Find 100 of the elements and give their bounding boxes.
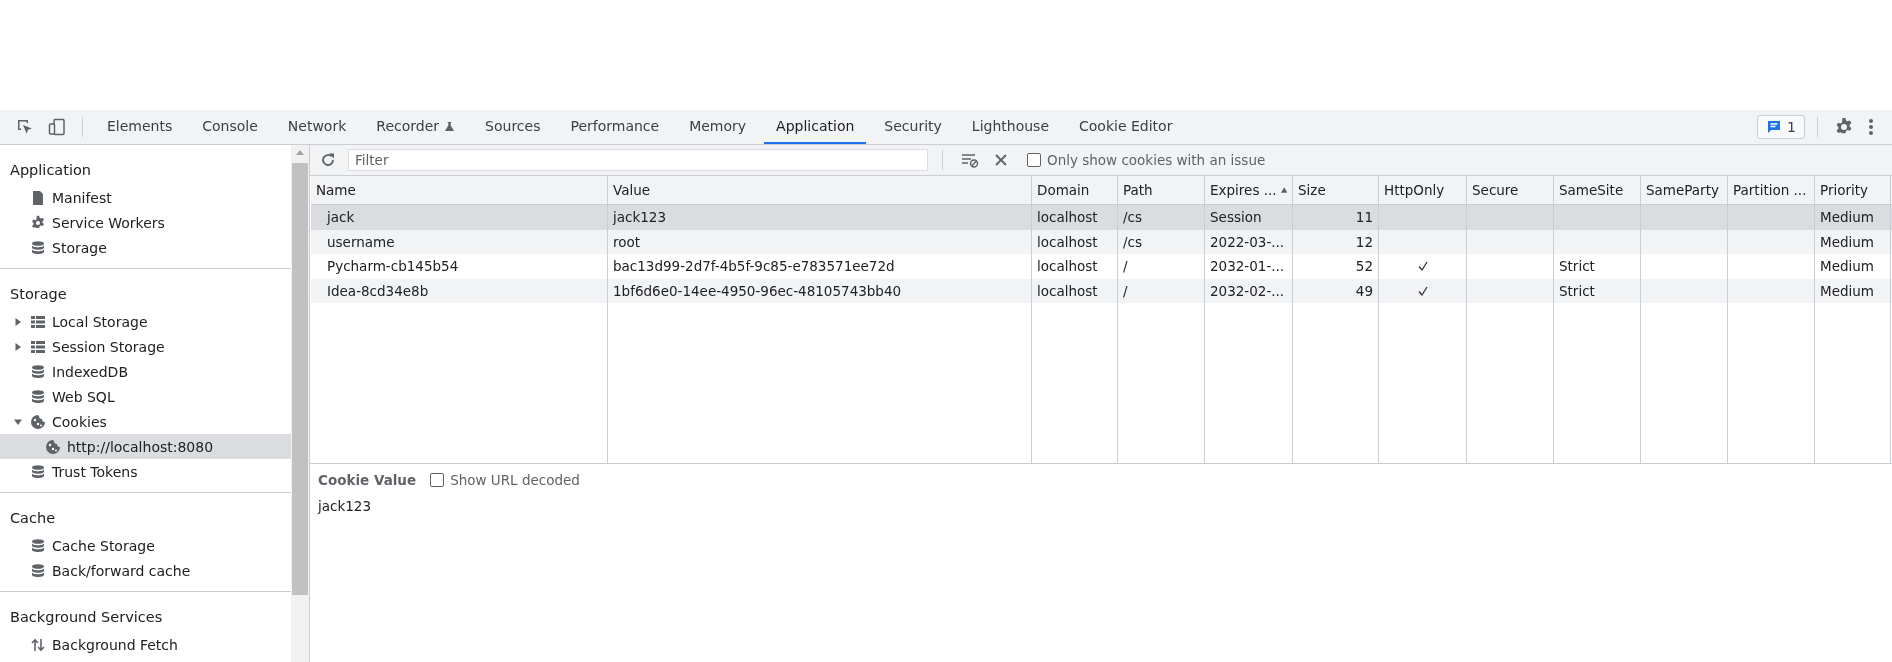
table-cell: 11 [1355, 209, 1373, 226]
refresh-icon[interactable] [320, 152, 336, 168]
column-header[interactable]: Value [608, 176, 1032, 204]
table-cell: Strict [1559, 258, 1595, 275]
column-header[interactable]: Path [1118, 176, 1205, 204]
device-toolbar-icon[interactable] [48, 118, 66, 136]
table-cell: Strict [1559, 283, 1595, 300]
sidebar-item[interactable]: Trust Tokens [0, 459, 291, 484]
table-cell: localhost [1037, 233, 1098, 250]
table-cell: Medium [1820, 258, 1874, 275]
table-cell: /cs [1123, 209, 1142, 226]
table-cell: localhost [1037, 283, 1098, 300]
sidebar-item[interactable]: Cache Storage [0, 533, 291, 558]
scrollbar[interactable] [291, 145, 309, 662]
sidebar-item[interactable]: Storage [0, 235, 291, 260]
table-grid-icon [30, 313, 46, 330]
column-header[interactable]: Name [311, 176, 608, 204]
table-cell: 52 [1355, 258, 1373, 275]
table-cell: /cs [1123, 233, 1142, 250]
table-row[interactable]: Idea-8cd34e8b 1bf6d6e0-14ee-4950-96ec-48105743bb40 localhost / 2032-02-... 49 Strict Medium [311, 278, 1892, 304]
issues-button[interactable]: 1 [1757, 115, 1805, 139]
column-header[interactable]: Secure [1467, 176, 1554, 204]
table-cell: bac13d99-2d7f-4b5f-9c85-e783571ee72d [613, 258, 895, 275]
sidebar-item[interactable]: IndexedDB [0, 359, 291, 384]
column-header[interactable]: SameSite [1554, 176, 1641, 204]
cookie-icon [30, 413, 46, 430]
sidebar-section-title: Cache [9, 509, 57, 528]
panel-tab[interactable]: Elements [95, 110, 185, 144]
cookie-value-title: Cookie Value [318, 472, 417, 488]
column-header[interactable]: Size [1293, 176, 1379, 204]
document-icon [30, 189, 46, 206]
panel-tab[interactable]: Memory [677, 110, 759, 144]
sidebar-item[interactable]: Background Fetch [0, 632, 291, 657]
expanded-arrow-icon[interactable] [14, 417, 22, 426]
checkbox-label: Show URL decoded [450, 472, 580, 488]
column-header[interactable]: Domain [1032, 176, 1118, 204]
filter-input[interactable]: Filter [348, 149, 928, 171]
cookie-icon [45, 438, 61, 455]
url-decoded-checkbox[interactable] [430, 473, 445, 487]
table-row[interactable]: username root localhost /cs 2022-03-... 12 Medium [311, 229, 1892, 255]
database-icon [30, 363, 46, 380]
sidebar-item[interactable]: Local Storage [0, 309, 291, 334]
table-cell: 2022-03-... [1210, 233, 1285, 250]
sidebar-section-title: Background Services [9, 608, 164, 627]
table-cell: Session [1210, 209, 1262, 226]
table-cell: root [613, 233, 641, 250]
sidebar-item[interactable]: Manifest [0, 185, 291, 210]
table-cell: Pycharm-cb145b54 [327, 258, 459, 275]
panel-tab[interactable]: Recorder [364, 110, 468, 144]
panel-tab[interactable]: Sources [473, 110, 553, 144]
clear-filtered-icon[interactable] [961, 152, 979, 168]
more-options-icon[interactable] [1868, 117, 1874, 137]
table-cell: Idea-8cd34e8b [327, 283, 429, 300]
table-row[interactable]: jack jack123 localhost /cs Session 11 Medium [311, 205, 1892, 230]
table-cell: localhost [1037, 258, 1098, 275]
table-cell: Medium [1820, 209, 1874, 226]
panel-tab[interactable]: Console [190, 110, 270, 144]
collapsed-arrow-icon[interactable] [14, 317, 22, 326]
flask-icon [444, 120, 456, 132]
table-cell: Medium [1820, 233, 1874, 250]
sidebar-item[interactable]: Service Workers [0, 210, 291, 235]
table-grid-icon [30, 338, 46, 355]
sidebar-item[interactable]: Session Storage [0, 334, 291, 359]
gear-icon [30, 214, 46, 231]
sidebar-section-title: Application [9, 161, 93, 180]
cookie-value-text: jack123 [318, 498, 373, 514]
inspect-cursor-icon[interactable] [16, 118, 34, 136]
database-icon [30, 537, 46, 554]
issues-checkbox[interactable] [1027, 153, 1041, 167]
collapsed-arrow-icon[interactable] [14, 342, 22, 351]
panel-tab[interactable]: Performance [558, 110, 672, 144]
panel-tab[interactable]: Cookie Editor [1067, 110, 1185, 144]
table-cell: 12 [1355, 233, 1373, 250]
table-cell: jack123 [613, 209, 667, 226]
sidebar-item[interactable]: http://localhost:8080 [0, 434, 291, 459]
database-icon [30, 388, 46, 405]
panel-tab[interactable]: Lighthouse [959, 110, 1061, 144]
table-cell: / [1123, 258, 1128, 275]
table-cell: 2032-01-... [1210, 258, 1285, 275]
database-icon [30, 562, 46, 579]
table-cell: username [327, 233, 395, 250]
sidebar-item[interactable]: Web SQL [0, 384, 291, 409]
scrollbar-thumb[interactable] [292, 163, 308, 595]
sidebar-item[interactable]: Cookies [0, 409, 291, 434]
table-row[interactable]: Pycharm-cb145b54 bac13d99-2d7f-4b5f-9c85-e783571ee72d localhost / 2032-01-... 52 Strict Medium [311, 254, 1892, 279]
sidebar-item[interactable]: Back/forward cache [0, 558, 291, 583]
column-header[interactable]: Priority [1815, 176, 1891, 204]
column-header[interactable]: SameParty [1641, 176, 1728, 204]
panel-tab[interactable]: Network [275, 110, 359, 144]
table-cell: / [1123, 283, 1128, 300]
column-header[interactable]: HttpOnly [1379, 176, 1467, 204]
panel-tab[interactable]: Security [872, 110, 954, 144]
close-icon[interactable] [995, 154, 1007, 166]
table-cell: localhost [1037, 209, 1098, 226]
column-header[interactable]: Expires ... [1205, 176, 1293, 204]
table-cell: Medium [1820, 283, 1874, 300]
column-header[interactable]: Partition ... [1728, 176, 1815, 204]
table-cell: 1bf6d6e0-14ee-4950-96ec-48105743bb40 [613, 283, 902, 300]
database-icon [30, 239, 46, 256]
message-icon [1766, 119, 1783, 135]
